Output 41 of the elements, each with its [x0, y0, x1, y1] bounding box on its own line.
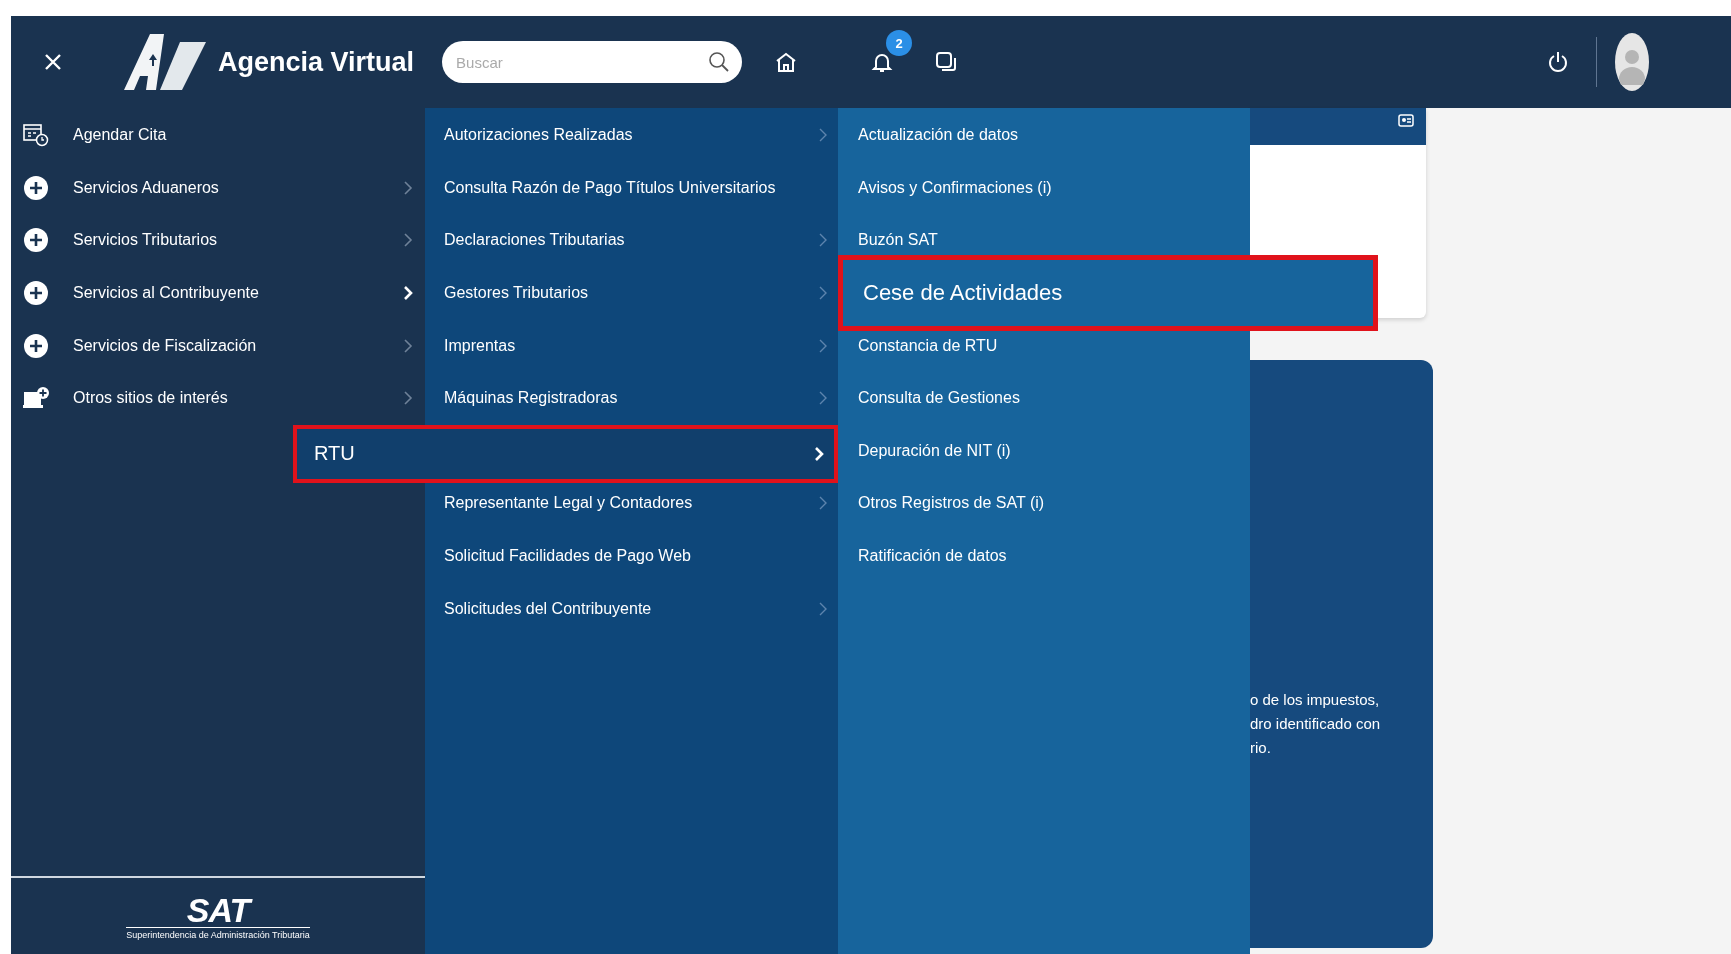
submenu-item[interactable]: Gestores Tributarios — [425, 266, 838, 320]
search-icon — [708, 51, 731, 73]
submenu-item[interactable]: RTU — [293, 424, 838, 484]
submenu-item[interactable]: Solicitud Facilidades de Pago Web — [425, 529, 838, 583]
submenu-item[interactable]: Máquinas Registradoras — [425, 371, 838, 425]
submenu-item[interactable]: Constancia de RTU — [858, 336, 998, 355]
submenu-item[interactable]: Declaraciones Tributarias — [425, 214, 838, 267]
menu-item[interactable]: Servicios Tributarios — [11, 214, 425, 267]
submenu-item[interactable]: Actualización de datos — [858, 126, 1019, 145]
submenu-item[interactable]: Cese de Actividades — [838, 254, 1378, 332]
plus-circle-icon — [23, 280, 49, 307]
menu-item[interactable]: Agendar Cita — [11, 109, 425, 162]
submenu-item[interactable]: Imprentas — [425, 319, 838, 372]
submenu-item[interactable]: Solicitudes del Contribuyente — [425, 582, 838, 635]
chat-icon — [934, 50, 959, 74]
power-icon — [1547, 49, 1569, 75]
menu-item[interactable]: Servicios al Contribuyente — [11, 266, 425, 320]
submenu-item[interactable]: Consulta Razón de Pago Títulos Universitarios — [425, 161, 838, 215]
menu-item[interactable]: Servicios Aduaneros — [11, 161, 425, 215]
plus-circle-icon — [23, 332, 49, 359]
avatar-icon[interactable] — [1615, 33, 1649, 91]
menu-item[interactable]: Servicios de Fiscalización — [11, 319, 425, 372]
submenu-item[interactable]: Autorizaciones Realizadas — [425, 109, 838, 162]
monitor-plus-icon — [23, 386, 49, 411]
submenu-item[interactable]: Avisos y Confirmaciones (i) — [858, 178, 1052, 197]
notification-badge: 2 — [886, 30, 913, 56]
submenu-item[interactable]: Otros Registros de SAT (i) — [858, 494, 1045, 513]
app-title: Agencia Virtual — [218, 46, 415, 78]
submenu-item[interactable]: Depuración de NIT (i) — [858, 441, 1011, 460]
search-field[interactable]: Buscar — [442, 41, 743, 83]
plus-circle-icon — [23, 174, 49, 201]
menu-item[interactable]: Otros sitios de interés — [11, 371, 425, 425]
card-text: o de los impuestos, dro identificado con rio. — [1250, 690, 1382, 758]
id-card-icon — [1398, 114, 1414, 127]
calendar-clock-icon — [23, 123, 49, 148]
submenu-item[interactable]: Consulta de Gestiones — [858, 389, 1020, 408]
plus-circle-icon — [23, 227, 49, 254]
logo-icon — [122, 32, 208, 92]
submenu-item[interactable]: Ratificación de datos — [858, 547, 1007, 566]
submenu-item[interactable]: Buzón SAT — [858, 231, 938, 250]
logo-subtitle: Superintendencia de Administración Tributaria — [126, 926, 310, 940]
